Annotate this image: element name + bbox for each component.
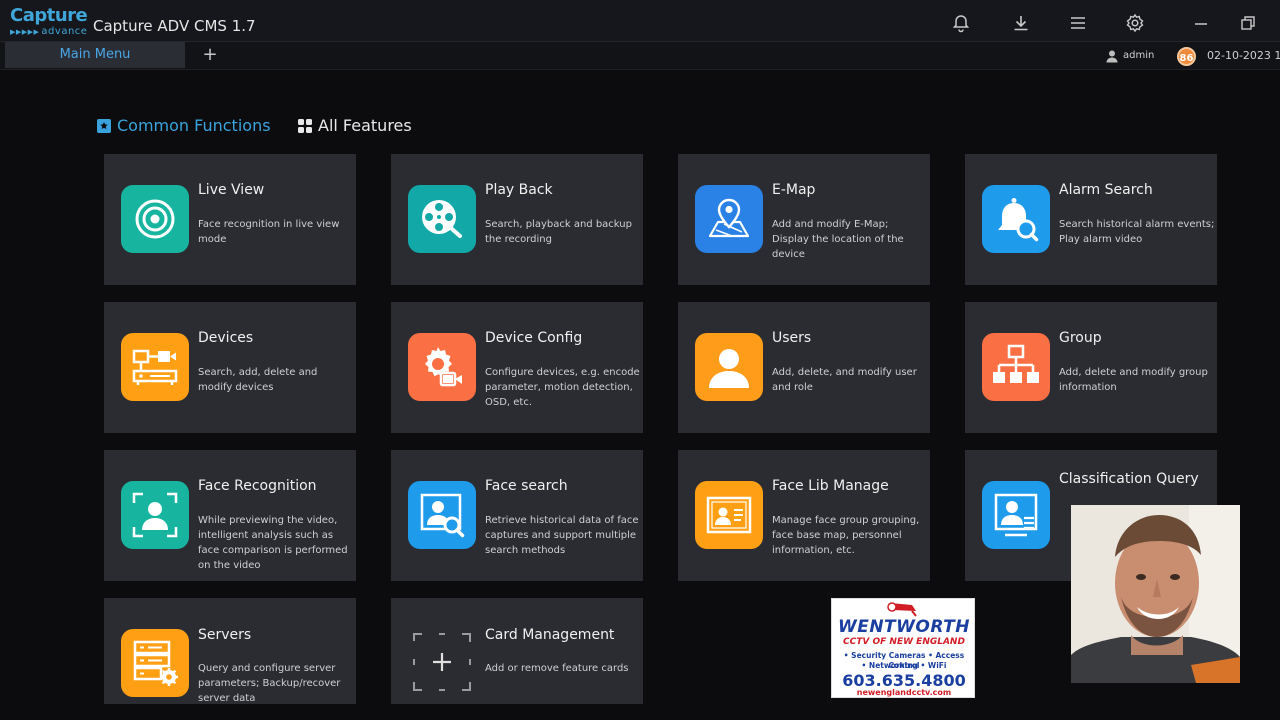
- card-card-management[interactable]: Card Management Add or remove feature ca…: [391, 598, 643, 704]
- minimize-icon[interactable]: [1191, 13, 1211, 33]
- username-label[interactable]: admin: [1123, 49, 1154, 63]
- card-description: Add and modify E-Map; Display the locati…: [772, 219, 904, 260]
- notification-badge[interactable]: 86: [1177, 47, 1196, 66]
- security-camera-logo: [887, 602, 917, 617]
- card-face-search[interactable]: Face search Retrieve historical data of …: [391, 450, 643, 581]
- card-e-map[interactable]: E-Map Add and modify E-Map; Display the …: [678, 154, 930, 285]
- user-icon: [695, 333, 763, 401]
- card-description: Search, playback and backup the recordin…: [485, 219, 632, 245]
- face-frame-icon: [121, 481, 189, 549]
- face-list-icon: [982, 481, 1050, 549]
- card-title: Card Management: [485, 627, 615, 643]
- logo-sub-text: ▶▶▶▶▶ advance: [10, 26, 88, 37]
- card-description: Search historical alarm events; Play ala…: [1059, 219, 1215, 245]
- card-description: Search, add, delete and modify devices: [198, 367, 318, 393]
- live-view-icon: [121, 185, 189, 253]
- advert-name: WENTWORTH: [837, 617, 971, 637]
- restore-icon[interactable]: [1238, 13, 1258, 33]
- advert-subtitle: CCTV OF NEW ENGLAND: [843, 637, 965, 647]
- tab-common-functions[interactable]: Common Functions: [97, 116, 271, 136]
- card-live-view[interactable]: Live View Face recognition in live view …: [104, 154, 356, 285]
- card-users[interactable]: Users Add, delete, and modify user and r…: [678, 302, 930, 433]
- devices-icon: [121, 333, 189, 401]
- logo-sub-label: advance: [41, 26, 88, 37]
- card-description: Manage face group grouping, face base ma…: [772, 515, 920, 556]
- card-title: Classification Query: [1059, 471, 1199, 487]
- bell-icon[interactable]: [951, 13, 971, 33]
- download-icon[interactable]: [1011, 13, 1031, 33]
- gear-icon[interactable]: [1125, 13, 1145, 33]
- card-title: Servers: [198, 627, 252, 643]
- card-description: Retrieve historical data of face capture…: [485, 515, 639, 556]
- all-features-label: All Features: [318, 116, 412, 135]
- card-face-recognition[interactable]: Face Recognition While previewing the vi…: [104, 450, 356, 581]
- star-box-icon: [97, 119, 111, 133]
- card-title: Live View: [198, 182, 265, 198]
- grid-icon: [298, 119, 312, 133]
- title-bar: Capture ▶▶▶▶▶ advance Capture ADV CMS 1.7: [0, 0, 1280, 42]
- card-title: Face Recognition: [198, 478, 317, 494]
- cms-main-window: Capture ▶▶▶▶▶ advance Capture ADV CMS 1.7…: [0, 0, 1280, 704]
- capture-logo: Capture ▶▶▶▶▶ advance: [10, 5, 88, 38]
- film-reel-search-icon: [408, 185, 476, 253]
- common-functions-label: Common Functions: [117, 116, 271, 135]
- card-group[interactable]: Group Add, delete and modify group infor…: [965, 302, 1217, 433]
- gear-camera-icon: [408, 333, 476, 401]
- user-account-icon[interactable]: [1105, 49, 1119, 63]
- card-device-config[interactable]: Device Config Configure devices, e.g. en…: [391, 302, 643, 433]
- tab-main-menu[interactable]: Main Menu: [5, 42, 185, 68]
- card-devices[interactable]: Devices Search, add, delete and modify d…: [104, 302, 356, 433]
- map-pin-icon: [695, 185, 763, 253]
- card-title: Play Back: [485, 182, 553, 198]
- card-description: Query and configure server parameters; B…: [198, 663, 341, 704]
- card-title: Alarm Search: [1059, 182, 1153, 198]
- card-description: Add or remove feature cards: [485, 663, 629, 674]
- card-description: Face recognition in live view mode: [198, 219, 340, 245]
- card-play-back[interactable]: Play Back Search, playback and backup th…: [391, 154, 643, 285]
- card-title: Group: [1059, 330, 1102, 346]
- server-gear-icon: [121, 629, 189, 697]
- tab-all-features[interactable]: All Features: [298, 116, 412, 136]
- app-title: Capture ADV CMS 1.7: [93, 17, 256, 35]
- card-title: Face search: [485, 478, 568, 494]
- card-title: Face Lib Manage: [772, 478, 889, 494]
- add-card-icon: [413, 633, 471, 691]
- card-title: E-Map: [772, 182, 816, 198]
- advert-services-2: • Networking • WiFi: [861, 661, 947, 670]
- tab-bar: Main Menu +: [0, 42, 1280, 70]
- advert-url: newenglandcctv.com: [856, 688, 952, 697]
- menu-icon[interactable]: [1068, 13, 1088, 33]
- card-servers[interactable]: Servers Query and configure server param…: [104, 598, 356, 704]
- card-description: Add, delete and modify group information: [1059, 367, 1208, 393]
- card-description: Configure devices, e.g. encode parameter…: [485, 367, 640, 408]
- bell-search-icon: [982, 185, 1050, 253]
- datetime-display: 02-10-2023 10: [1207, 49, 1280, 62]
- card-description: Add, delete, and modify user and role: [772, 367, 917, 393]
- presenter-portrait-image: [1071, 505, 1240, 683]
- card-title: Users: [772, 330, 812, 346]
- add-tab-button[interactable]: +: [200, 42, 220, 68]
- logo-main-text: Capture: [10, 5, 88, 26]
- card-title: Device Config: [485, 330, 583, 346]
- card-alarm-search[interactable]: Alarm Search Search historical alarm eve…: [965, 154, 1217, 285]
- wentworth-advert: WENTWORTH CCTV OF NEW ENGLAND • Security…: [831, 598, 975, 698]
- card-face-lib-manage[interactable]: Face Lib Manage Manage face group groupi…: [678, 450, 930, 581]
- id-card-icon: [695, 481, 763, 549]
- card-description: While previewing the video, intelligent …: [198, 515, 348, 571]
- card-title: Devices: [198, 330, 254, 346]
- presenter-webcam: [1071, 505, 1240, 683]
- hierarchy-icon: [982, 333, 1050, 401]
- face-search-icon: [408, 481, 476, 549]
